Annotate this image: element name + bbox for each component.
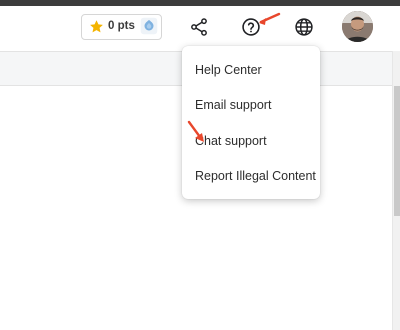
points-label: 0 pts [108,20,135,32]
menu-item-report-illegal-content[interactable]: Report Illegal Content [195,169,316,183]
annotation-arrow-chat [187,120,204,142]
gem-icon[interactable] [140,17,158,35]
avatar[interactable] [342,11,373,42]
globe-icon[interactable] [294,17,314,37]
menu-item-help-center[interactable]: Help Center [195,63,262,77]
share-icon[interactable] [189,17,209,37]
annotation-arrow [259,12,281,25]
avatar-image [342,11,373,42]
menu-item-email-support[interactable]: Email support [195,98,271,112]
scrollbar-thumb[interactable] [394,86,400,216]
star-icon [90,20,103,33]
